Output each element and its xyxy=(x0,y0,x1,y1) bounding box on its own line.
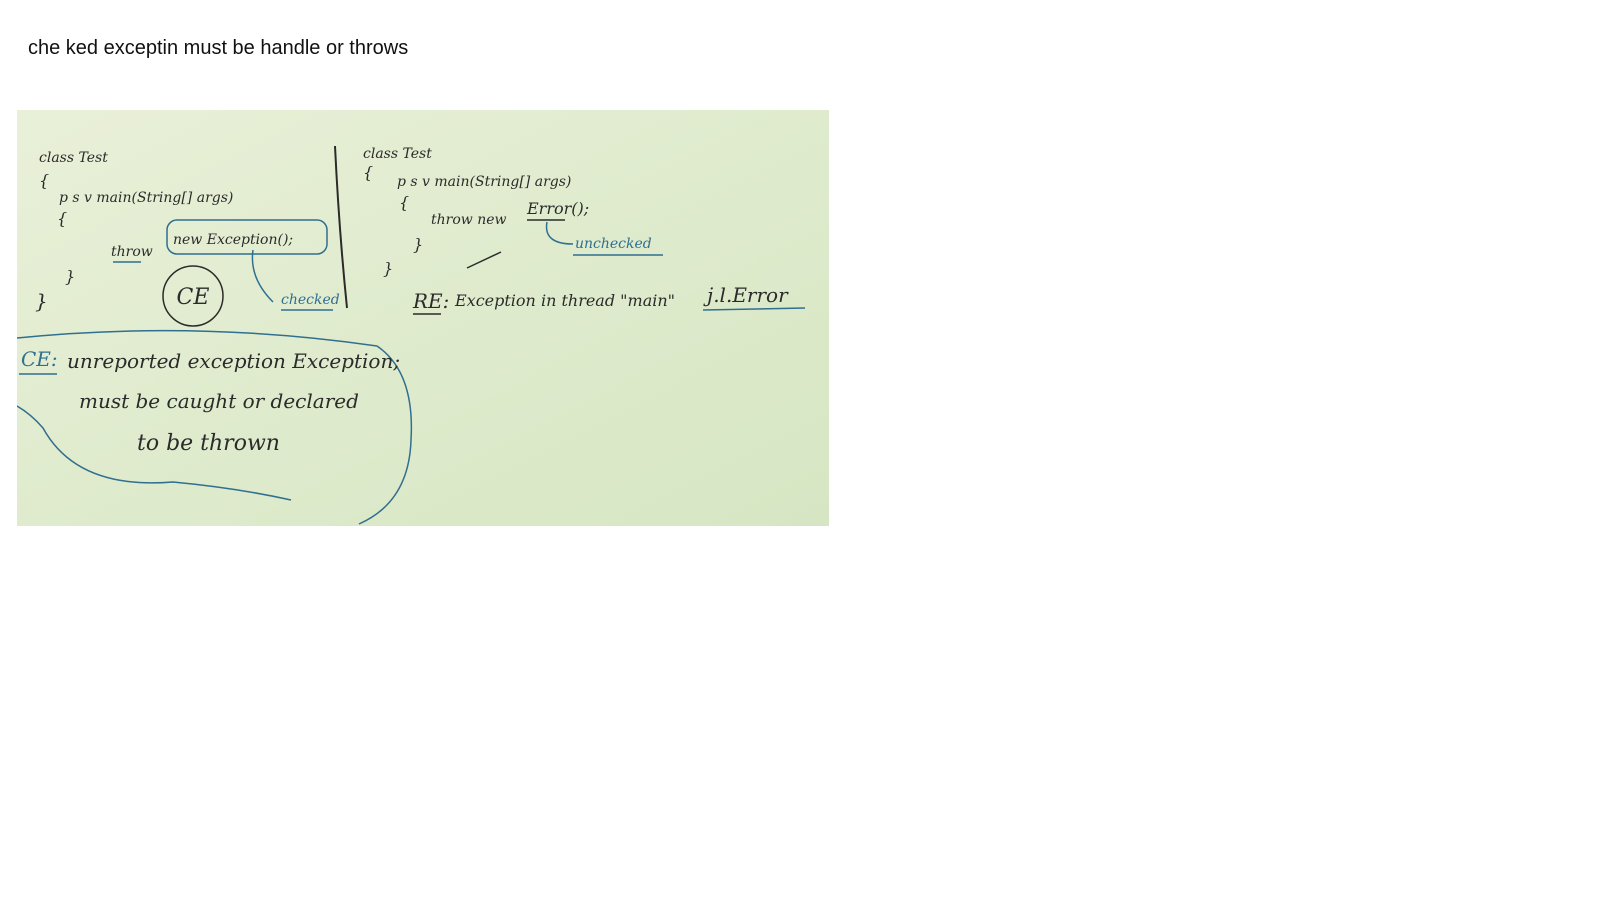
right-main-close-brace: } xyxy=(413,235,423,254)
compile-error-label: CE: xyxy=(21,347,58,371)
left-ce-circle-text: CE xyxy=(177,285,210,310)
right-class-close-brace: } xyxy=(383,259,393,278)
right-unchecked-label: unchecked xyxy=(575,236,652,252)
right-class-line: class Test xyxy=(363,146,432,162)
right-main-open-brace: { xyxy=(399,193,409,212)
compile-error-line-1: unreported exception Exception; xyxy=(67,349,400,373)
compile-error-line-3: to be thrown xyxy=(137,431,280,456)
left-throw-keyword: throw xyxy=(111,244,153,260)
left-main-signature: p s v main(String[] args) xyxy=(59,190,233,206)
page: che ked exceptin must be handle or throw… xyxy=(0,0,1600,900)
right-re-type: j.l.Error xyxy=(703,283,789,307)
left-class-close-brace: } xyxy=(35,289,48,313)
left-main-open-brace: { xyxy=(57,209,67,228)
board-background xyxy=(17,110,829,526)
left-main-close-brace: } xyxy=(65,267,75,286)
right-main-signature: p s v main(String[] args) xyxy=(397,174,571,190)
compile-error-line-2: must be caught or declared xyxy=(79,389,359,413)
left-throw-statement: new Exception(); xyxy=(173,232,293,248)
left-class-line: class Test xyxy=(39,150,108,166)
right-throw-statement: throw new xyxy=(431,212,506,228)
whiteboard-drawing: class Test { p s v main(String[] args) {… xyxy=(17,110,829,526)
left-checked-label: checked xyxy=(281,292,340,308)
right-re-message: Exception in thread "main" xyxy=(454,291,675,310)
right-re-label: RE: xyxy=(412,289,449,313)
whiteboard-image: class Test { p s v main(String[] args) {… xyxy=(17,110,829,526)
right-error-call: Error(); xyxy=(526,199,589,218)
left-class-open-brace: { xyxy=(39,171,49,190)
note-heading: che ked exceptin must be handle or throw… xyxy=(28,37,409,59)
right-class-open-brace: { xyxy=(363,163,373,182)
